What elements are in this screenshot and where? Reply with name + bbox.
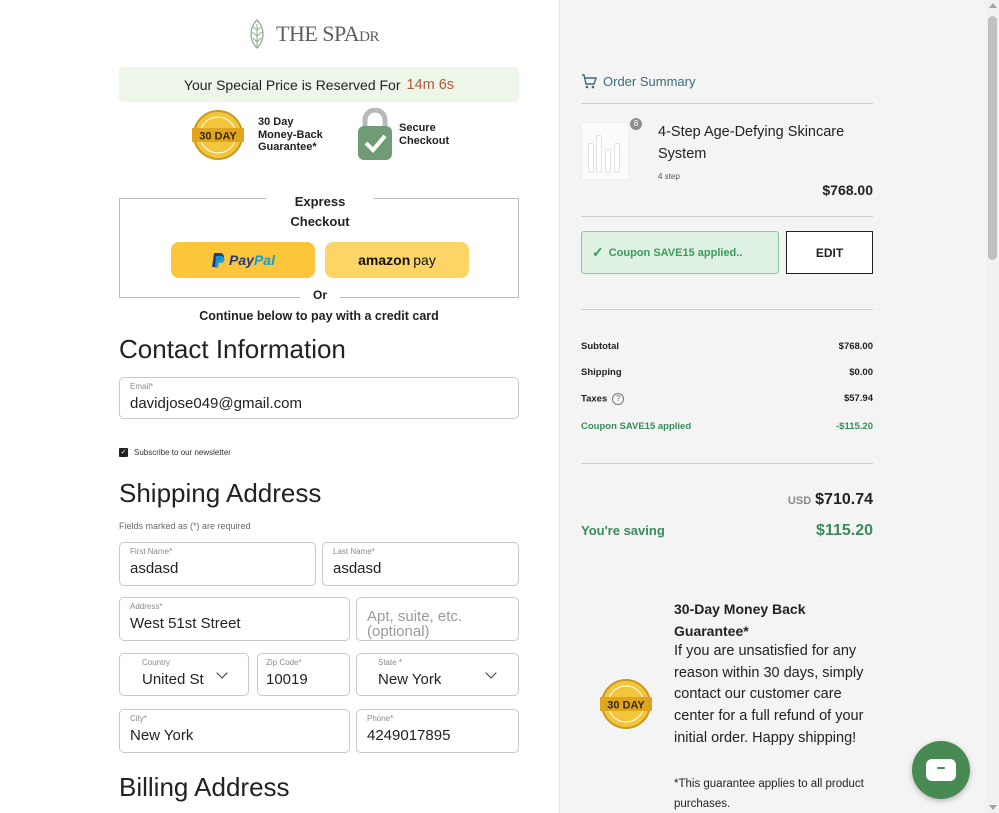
scrollbar-thumb[interactable] bbox=[988, 16, 997, 260]
express-checkout-box: Express Checkout Pay Pal amazon pay Or bbox=[119, 192, 519, 302]
product-price: $768.00 bbox=[822, 182, 873, 198]
product-image bbox=[581, 122, 629, 180]
divider bbox=[581, 103, 873, 104]
secure-checkout-text: Secure Checkout bbox=[399, 122, 450, 147]
divider bbox=[581, 216, 873, 217]
trust-badges: 30 DAY 30 Day Money-Back Guarantee* Secu… bbox=[119, 106, 519, 164]
logo-text: THE SPADR bbox=[276, 21, 379, 46]
timer-label: Your Special Price is Reserved For bbox=[183, 76, 401, 93]
brand-logo[interactable]: THE SPADR bbox=[246, 18, 379, 50]
thirty-day-badge-text: 30 DAY bbox=[199, 131, 237, 143]
guarantee-note: *This guarantee applies to all product p… bbox=[674, 778, 864, 810]
chat-icon bbox=[926, 759, 956, 781]
scroll-up-icon[interactable] bbox=[989, 3, 997, 8]
state-select[interactable]: State * New York bbox=[356, 653, 519, 696]
page-scrollbar[interactable] bbox=[986, 0, 999, 813]
express-checkout-title: Express Checkout bbox=[266, 192, 374, 232]
amazon-pay-button[interactable]: amazon pay bbox=[325, 242, 469, 278]
continue-with-card-text: Continue below to pay with a credit card bbox=[199, 309, 439, 323]
order-summary-toggle[interactable]: Order Summary bbox=[581, 74, 695, 89]
chevron-down-icon bbox=[485, 667, 497, 679]
divider bbox=[581, 309, 873, 310]
order-total: USD $710.74 bbox=[787, 491, 873, 508]
billing-heading: Billing Address bbox=[119, 772, 290, 802]
coupon-field[interactable]: ✓ Coupon SAVE15 applied.. bbox=[581, 231, 779, 274]
paypal-icon bbox=[212, 253, 225, 268]
address-field[interactable]: Address* West 51st Street bbox=[119, 597, 350, 641]
discount-row: Coupon SAVE15 applied -$115.20 bbox=[581, 421, 873, 432]
cart-icon bbox=[582, 74, 597, 89]
help-icon[interactable]: ? bbox=[612, 393, 625, 405]
savings-row: You're saving $115.20 bbox=[581, 522, 873, 539]
lock-icon bbox=[358, 108, 392, 160]
newsletter-checkbox-row[interactable]: ✓ Subscribe to our newsletter bbox=[119, 448, 231, 457]
coupon-text: Coupon SAVE15 applied.. bbox=[608, 246, 743, 259]
email-field[interactable]: Email* davidjose049@gmail.com bbox=[119, 377, 519, 419]
guarantee-title: 30-Day Money Back Guarantee* bbox=[674, 601, 806, 639]
last-name-field[interactable]: Last Name* asdasd bbox=[322, 542, 519, 586]
required-note: Fields marked as (*) are required bbox=[119, 521, 251, 531]
guarantee-body: If you are unsatisfied for any reason wi… bbox=[674, 643, 864, 746]
city-field[interactable]: City* New York bbox=[119, 709, 350, 753]
country-select[interactable]: Country United St bbox=[119, 653, 249, 696]
shipping-row: Shipping $0.00 bbox=[581, 367, 873, 378]
price-reserved-banner: Your Special Price is Reserved For 14m 6… bbox=[119, 67, 519, 102]
guarantee-text: 30 Day Money-Back Guarantee* bbox=[258, 116, 323, 153]
thirty-day-badge-icon: 30 DAY bbox=[192, 110, 244, 160]
paypal-button[interactable]: Pay Pal bbox=[171, 242, 315, 278]
thirty-day-badge-icon: 30 DAY bbox=[600, 679, 652, 729]
quantity-badge: 8 bbox=[630, 118, 642, 130]
edit-coupon-button[interactable]: EDIT bbox=[786, 231, 873, 274]
apt-field[interactable]: Apt, suite, etc. (optional) bbox=[356, 597, 519, 641]
first-name-field[interactable]: First Name* asdasd bbox=[119, 542, 316, 586]
shipping-heading: Shipping Address bbox=[119, 478, 322, 508]
contact-heading: Contact Information bbox=[119, 334, 346, 364]
phone-field[interactable]: Phone* 4249017895 bbox=[356, 709, 519, 753]
leaf-icon bbox=[250, 19, 264, 49]
checkout-form-panel: THE SPADR Your Special Price is Reserved… bbox=[0, 0, 559, 813]
zip-code-field[interactable]: Zip Code* 10019 bbox=[257, 653, 350, 696]
divider bbox=[581, 463, 873, 464]
taxes-row: Taxes? $57.94 bbox=[581, 393, 873, 405]
product-name: 4-Step Age-Defying Skincare System bbox=[658, 124, 845, 162]
check-icon: ✓ bbox=[592, 244, 604, 260]
product-variant: 4 step bbox=[658, 172, 680, 181]
chat-button[interactable] bbox=[912, 741, 970, 799]
newsletter-label: Subscribe to our newsletter bbox=[134, 448, 231, 457]
or-divider: Or bbox=[300, 288, 340, 302]
subtotal-row: Subtotal $768.00 bbox=[581, 341, 873, 352]
newsletter-checkbox[interactable]: ✓ bbox=[119, 448, 128, 457]
chevron-down-icon bbox=[216, 667, 228, 679]
scroll-down-icon[interactable] bbox=[989, 805, 997, 810]
countdown-timer: 14m 6s bbox=[406, 76, 455, 93]
thirty-day-badge-text: 30 DAY bbox=[607, 700, 645, 712]
